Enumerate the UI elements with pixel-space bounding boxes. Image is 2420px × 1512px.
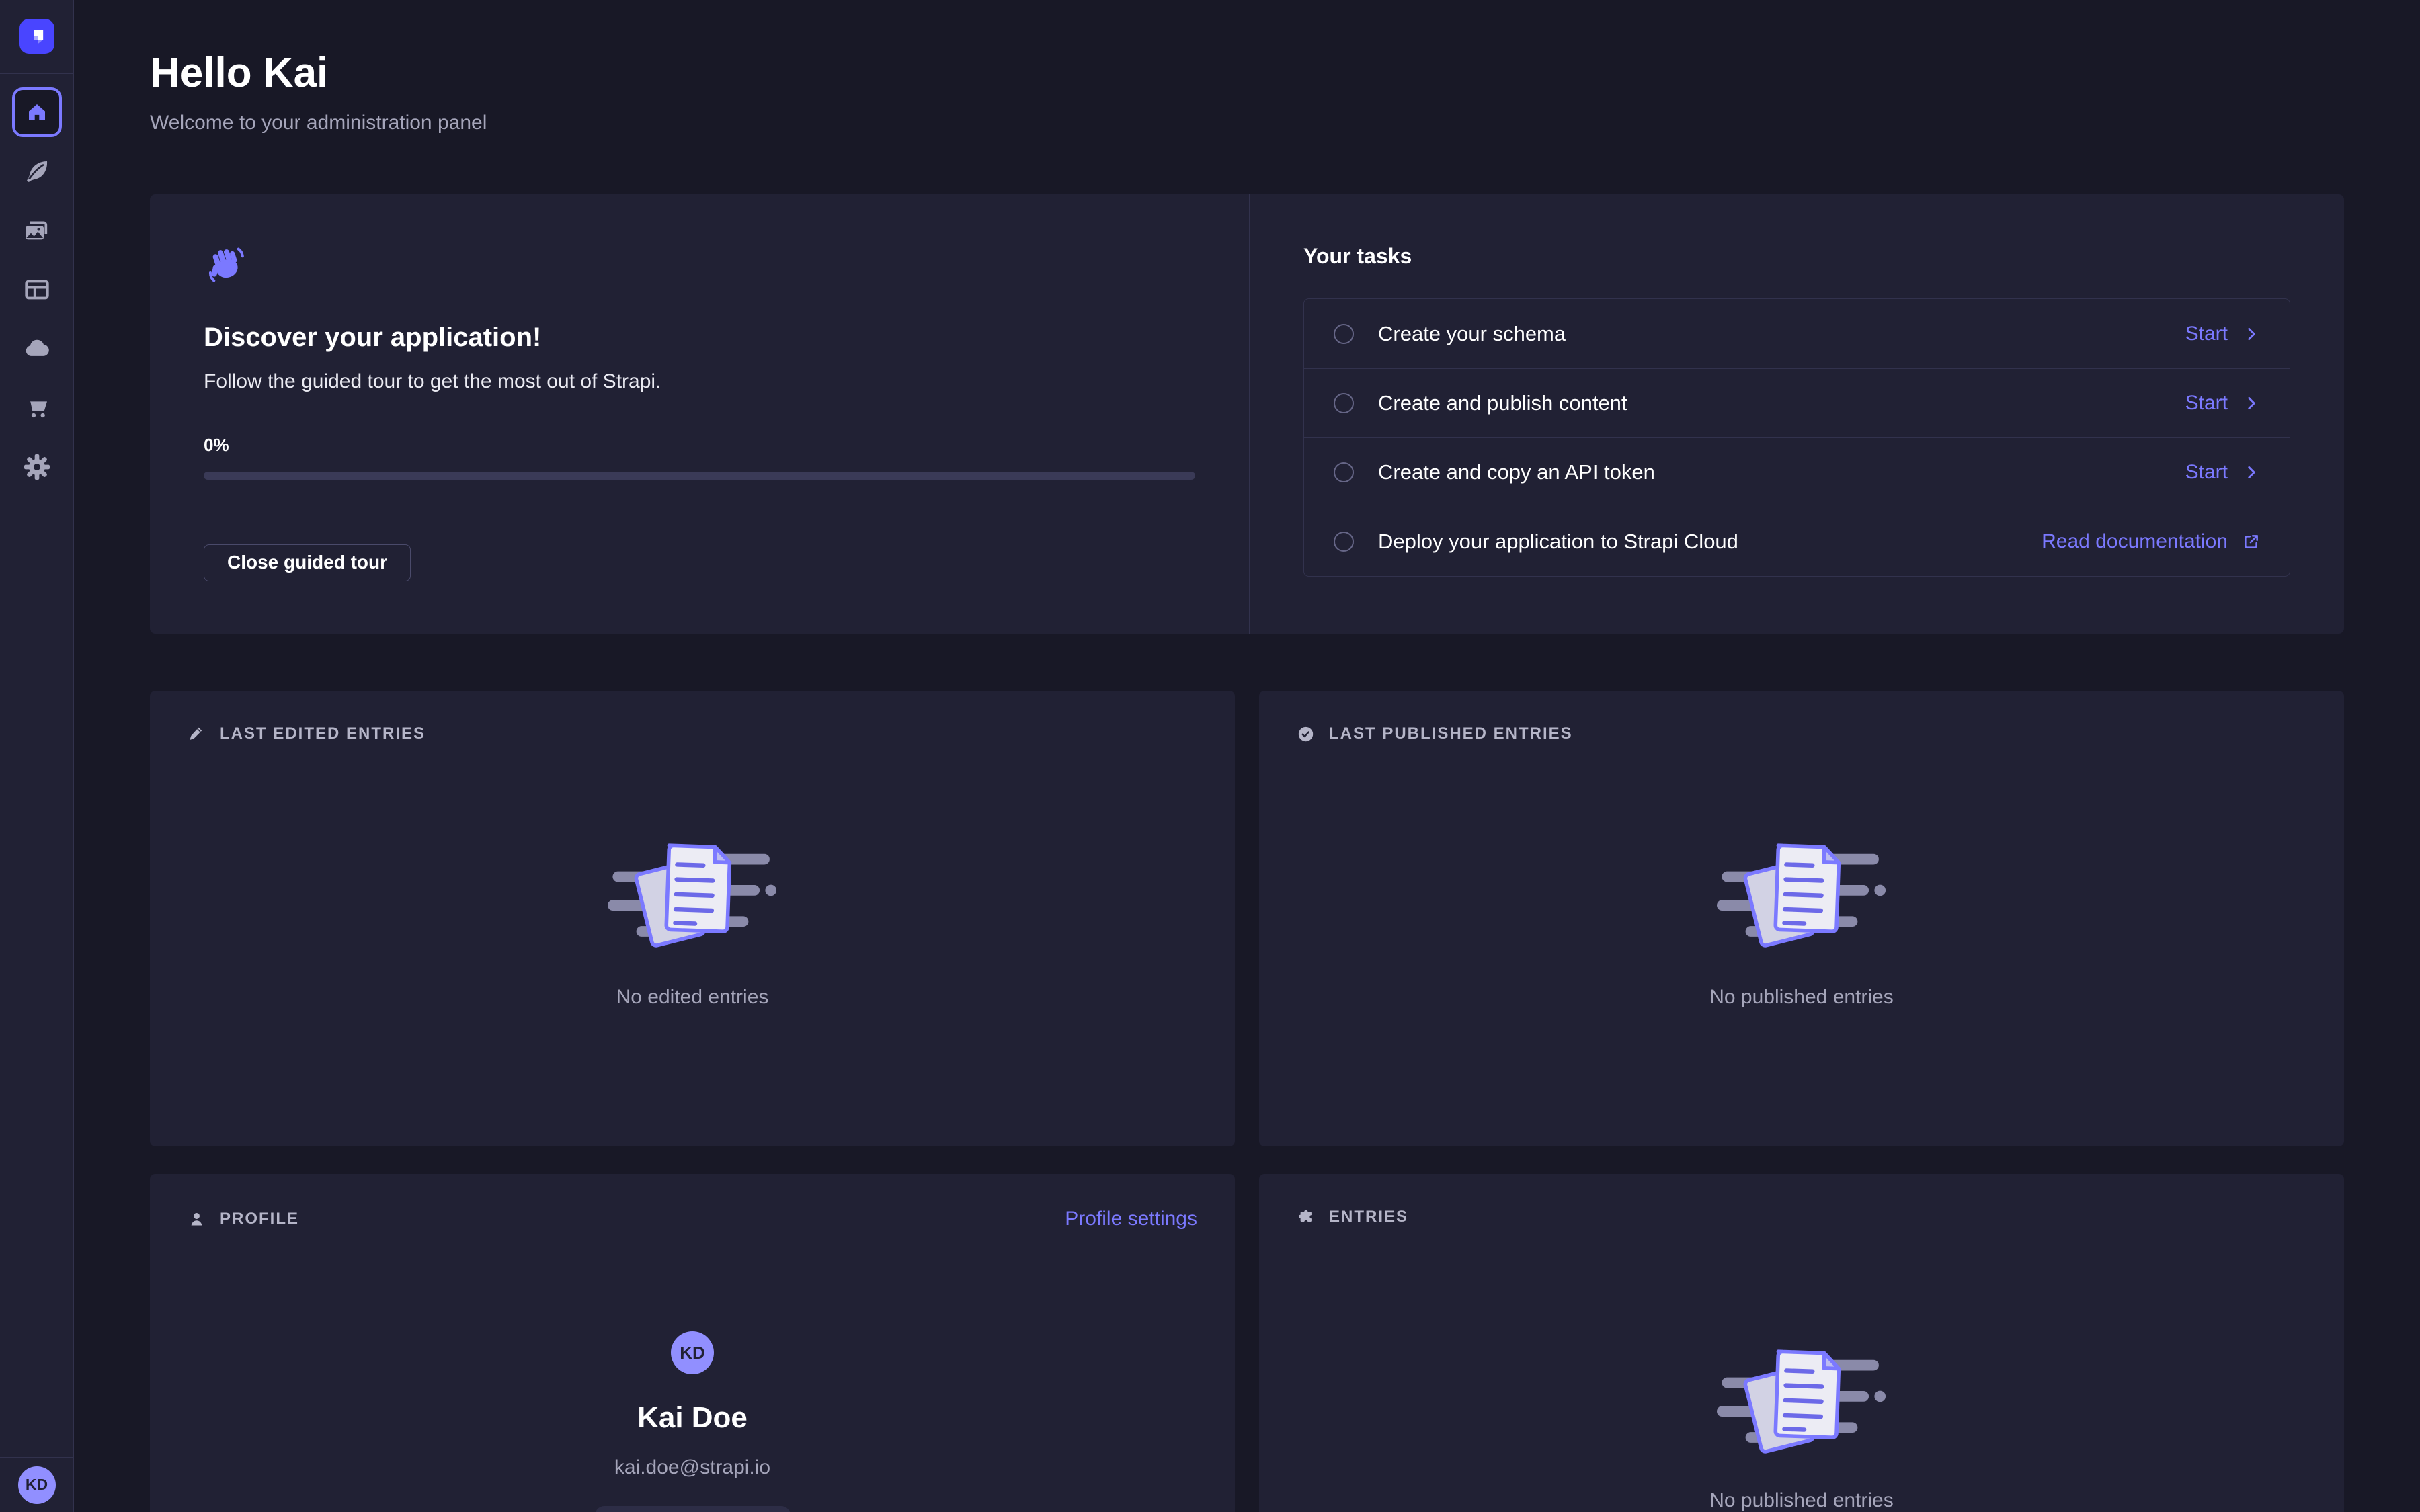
chevron-right-icon [2243, 394, 2260, 412]
widget-title: LAST EDITED ENTRIES [220, 724, 426, 743]
profile-avatar: KD [671, 1331, 714, 1374]
strapi-logo-button[interactable] [19, 19, 54, 54]
user-avatar[interactable]: KD [18, 1466, 56, 1504]
home-icon [25, 100, 49, 124]
task-label: Create and publish content [1378, 391, 1627, 415]
task-action-label: Read documentation [2042, 530, 2228, 553]
pencil-icon [188, 725, 206, 743]
profile-settings-link[interactable]: Profile settings [1065, 1208, 1197, 1230]
profile-role-badge [595, 1506, 791, 1512]
task-label: Deploy your application to Strapi Cloud [1378, 530, 1738, 554]
sidebar-nav [0, 83, 74, 497]
task-status-circle-icon [1334, 324, 1354, 344]
active-nav-highlight [12, 87, 62, 137]
guided-tour-title: Discover your application! [204, 323, 1195, 353]
empty-documents-illustration [1717, 1337, 1886, 1462]
tasks-pane: Your tasks Create your schema Start [1250, 194, 2344, 634]
cart-icon [24, 394, 50, 421]
task-status-circle-icon [1334, 462, 1354, 482]
sidebar-item-content-type-builder[interactable] [0, 260, 74, 319]
layout-icon [24, 276, 50, 303]
guided-tour-pane: Discover your application! Follow the gu… [150, 194, 1249, 634]
chevron-right-icon [2243, 325, 2260, 343]
widgets-row-2: PROFILE Profile settings KD Kai Doe kai.… [150, 1174, 2344, 1512]
task-row-deploy-cloud[interactable]: Deploy your application to Strapi Cloud … [1304, 507, 2290, 576]
task-label: Create and copy an API token [1378, 460, 1655, 485]
page-title: Hello Kai [150, 50, 2344, 97]
check-circle-icon [1297, 725, 1315, 743]
page-subtitle: Welcome to your administration panel [150, 110, 2344, 136]
task-row-publish-content[interactable]: Create and publish content Start [1304, 368, 2290, 437]
task-status-circle-icon [1334, 393, 1354, 413]
widget-header: ENTRIES [1259, 1174, 2344, 1226]
app-root: KD Hello Kai Welcome to your administrat… [0, 0, 2420, 1512]
sidebar-item-home[interactable] [0, 83, 74, 142]
widget-header: LAST EDITED ENTRIES [150, 691, 1235, 743]
sidebar-item-deploy[interactable] [0, 319, 74, 378]
widget-title: LAST PUBLISHED ENTRIES [1329, 724, 1573, 743]
last-edited-entries-card: LAST EDITED ENTRIES No edited entries [150, 691, 1235, 1146]
task-start-link[interactable]: Start [2185, 461, 2260, 484]
empty-state-text: No published entries [1709, 986, 1894, 1009]
task-list: Create your schema Start Create and publ… [1303, 298, 2290, 577]
guided-tour-description: Follow the guided tour to get the most o… [204, 370, 1195, 393]
task-start-link[interactable]: Start [2185, 392, 2260, 415]
profile-email: kai.doe@strapi.io [614, 1456, 770, 1479]
gear-icon [24, 454, 50, 480]
sidebar-divider [0, 73, 74, 74]
widget-title: PROFILE [220, 1210, 299, 1228]
task-row-api-token[interactable]: Create and copy an API token Start [1304, 437, 2290, 507]
empty-documents-illustration [608, 831, 777, 956]
widget-header: PROFILE Profile settings [150, 1174, 1235, 1230]
task-action-label: Start [2185, 461, 2228, 484]
widget-body: No published entries [1259, 1226, 2344, 1512]
task-row-create-schema[interactable]: Create your schema Start [1304, 299, 2290, 368]
images-icon [24, 217, 50, 244]
sidebar-item-media-library[interactable] [0, 201, 74, 260]
sidebar: KD [0, 0, 74, 1512]
task-label: Create your schema [1378, 322, 1566, 346]
chevron-right-icon [2243, 464, 2260, 481]
feather-icon [24, 158, 50, 185]
progress-bar [204, 472, 1195, 480]
task-action-label: Start [2185, 392, 2228, 415]
waving-hand-icon [204, 247, 248, 282]
profile-card: PROFILE Profile settings KD Kai Doe kai.… [150, 1174, 1235, 1512]
task-action-label: Start [2185, 323, 2228, 345]
widget-header: LAST PUBLISHED ENTRIES [1259, 691, 2344, 743]
read-documentation-link[interactable]: Read documentation [2042, 530, 2260, 553]
main-content: Hello Kai Welcome to your administration… [74, 0, 2420, 1512]
empty-documents-illustration [1717, 831, 1886, 956]
sidebar-item-settings[interactable] [0, 437, 74, 497]
external-link-icon [2243, 533, 2260, 550]
empty-state-text: No published entries [1709, 1489, 1894, 1512]
last-published-entries-card: LAST PUBLISHED ENTRIES No published entr… [1259, 691, 2344, 1146]
cloud-icon [24, 335, 50, 362]
close-guided-tour-button[interactable]: Close guided tour [204, 544, 411, 581]
progress-percent-label: 0% [204, 435, 1195, 456]
person-icon [188, 1210, 206, 1228]
puzzle-icon [1297, 1208, 1315, 1226]
widget-body: No edited entries [150, 743, 1235, 1009]
widget-body: No published entries [1259, 743, 2344, 1009]
task-status-circle-icon [1334, 532, 1354, 552]
widgets-row-1: LAST EDITED ENTRIES No edited entries LA… [150, 691, 2344, 1146]
guided-tour-card: Discover your application! Follow the gu… [150, 194, 2344, 634]
sidebar-item-marketplace[interactable] [0, 378, 74, 437]
widget-title: ENTRIES [1329, 1208, 1408, 1226]
sidebar-item-content-manager[interactable] [0, 142, 74, 201]
widget-body: KD Kai Doe kai.doe@strapi.io [150, 1230, 1235, 1512]
empty-state-text: No edited entries [616, 986, 769, 1009]
sidebar-footer: KD [0, 1457, 74, 1512]
task-start-link[interactable]: Start [2185, 323, 2260, 345]
tasks-title: Your tasks [1303, 244, 2290, 269]
profile-name: Kai Doe [637, 1401, 748, 1435]
entries-card: ENTRIES No published entries [1259, 1174, 2344, 1512]
strapi-logo-icon [24, 23, 50, 50]
